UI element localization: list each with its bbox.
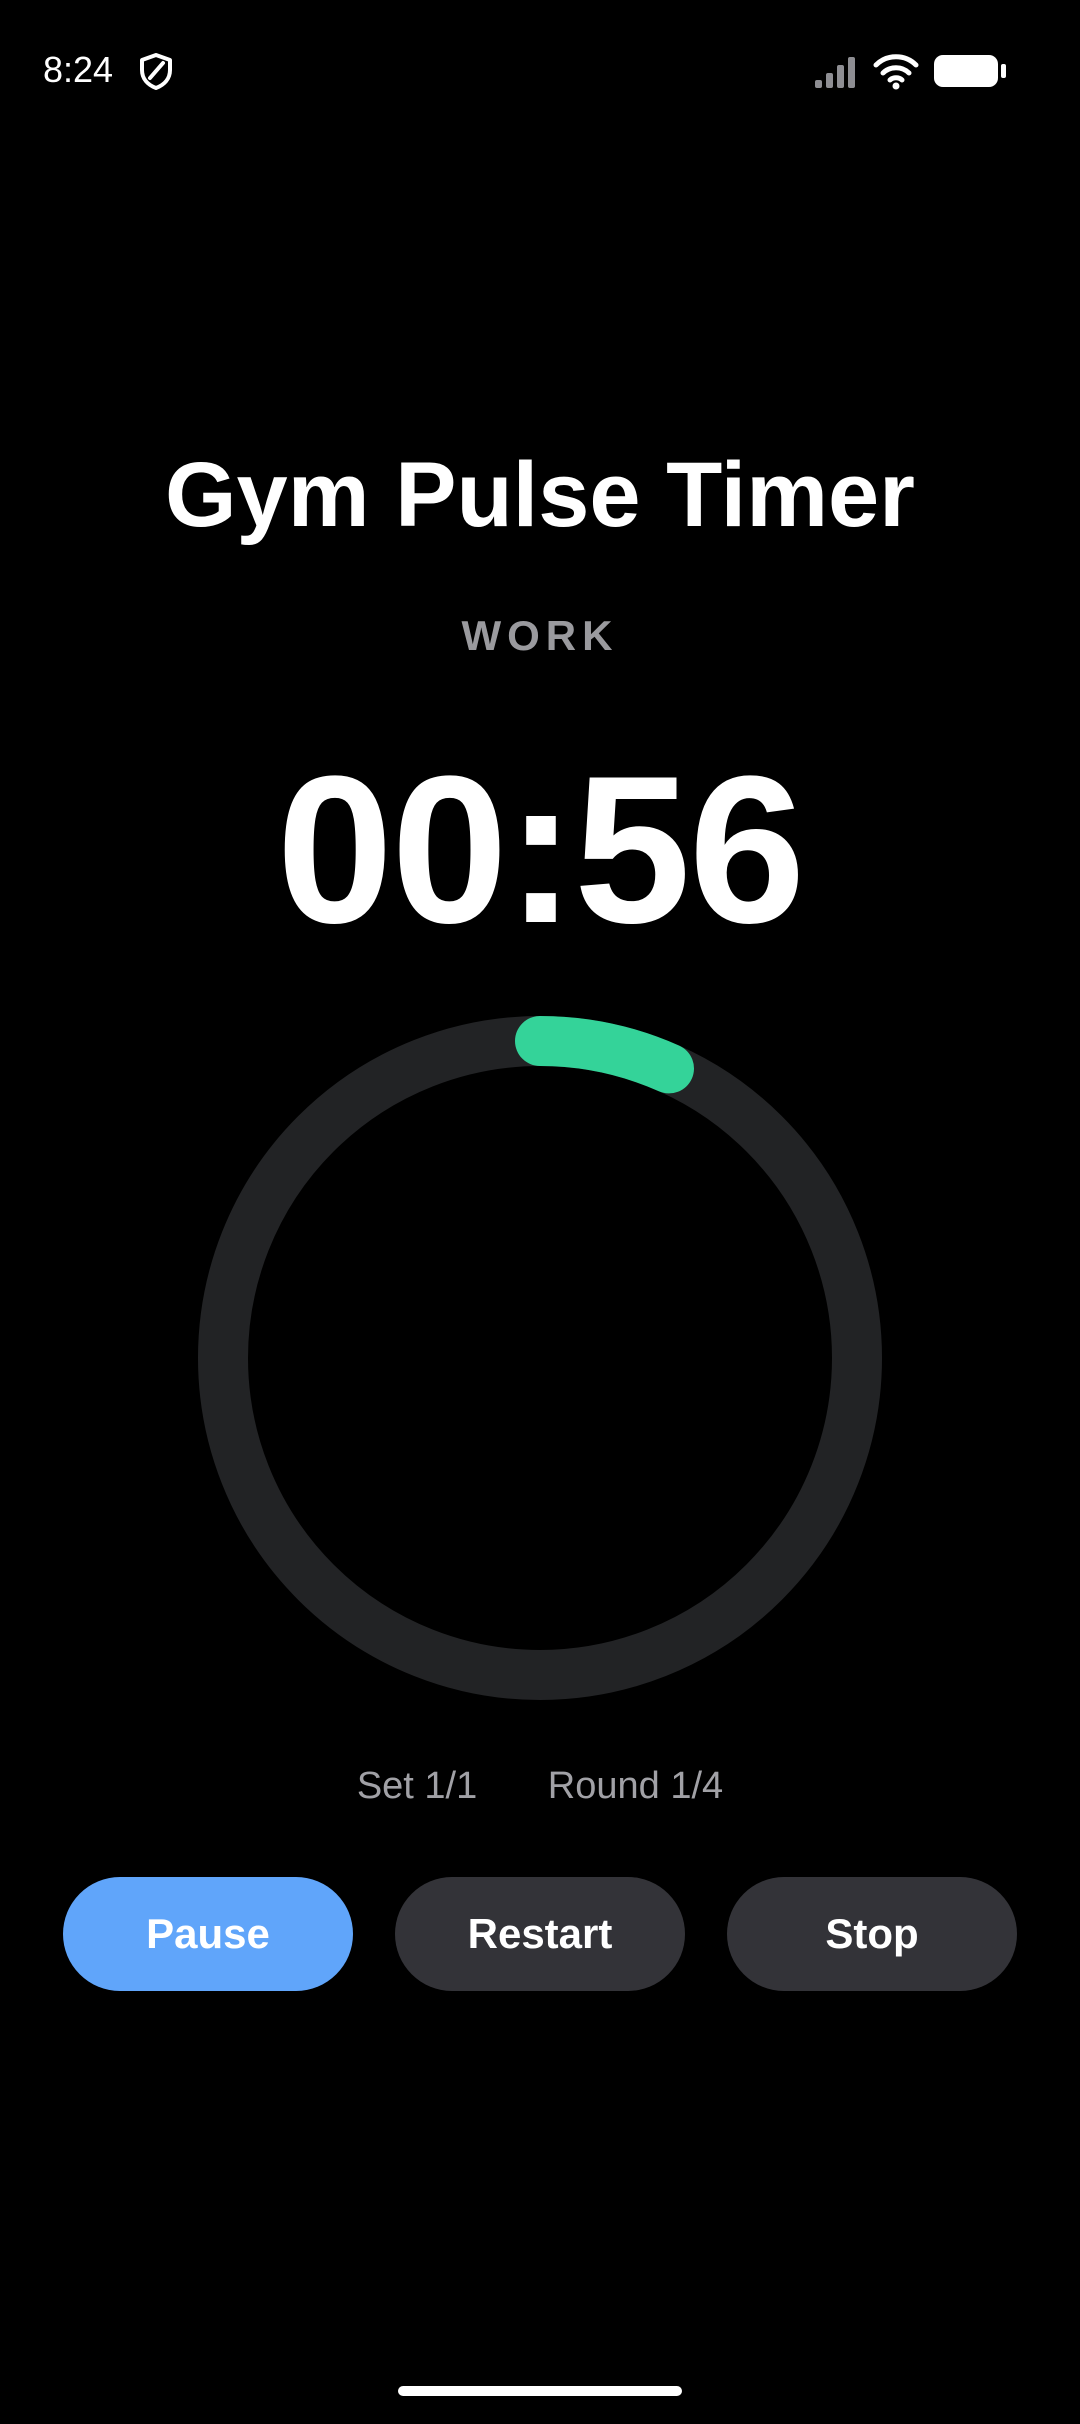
- battery-icon: [934, 55, 1006, 87]
- round-counter: Round 1/4: [547, 1765, 724, 1807]
- counters: Set 1/1 Round 1/4: [0, 1758, 1080, 1814]
- status-time: 8:24: [43, 49, 114, 90]
- home-indicator[interactable]: [398, 2386, 682, 2396]
- status-bar: 8:24: [0, 0, 1080, 140]
- progress-arc: [515, 1016, 694, 1094]
- phase-label: WORK: [461, 612, 619, 659]
- restart-button[interactable]: Restart: [395, 1877, 685, 1991]
- pause-button[interactable]: Pause: [63, 1877, 353, 1991]
- shield-icon: [140, 53, 172, 90]
- timer-display: 00:56: [276, 732, 805, 967]
- set-counter: Set 1/1: [356, 1765, 478, 1807]
- progress-track: [198, 1016, 882, 1700]
- app-title: Gym Pulse Timer: [165, 444, 915, 546]
- signal-icon: [815, 57, 855, 88]
- timer-controls: Pause Restart Stop: [63, 1877, 1017, 1991]
- progress-ring: [198, 1016, 882, 1700]
- stop-button[interactable]: Stop: [727, 1877, 1017, 1991]
- wifi-icon: [873, 54, 919, 90]
